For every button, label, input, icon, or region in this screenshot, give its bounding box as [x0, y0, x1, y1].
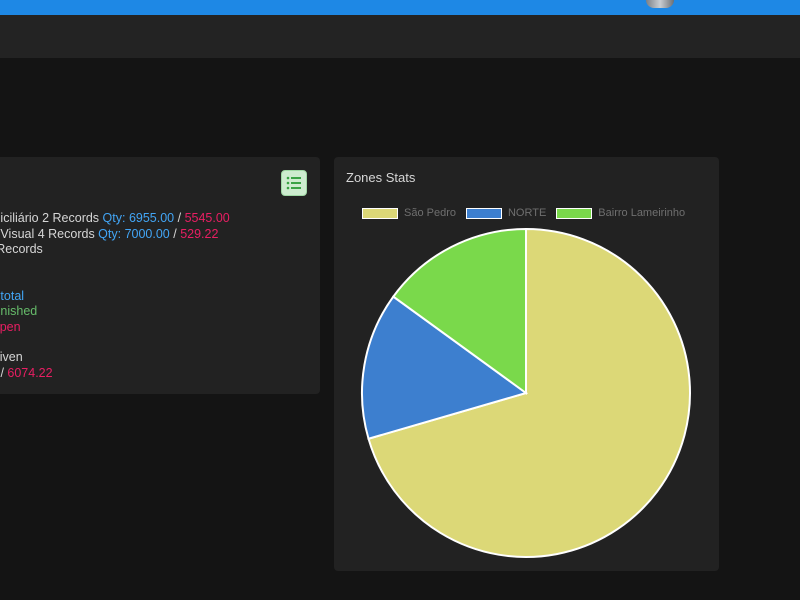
- zones-pie-chart: [361, 227, 691, 558]
- record-row: l Records: [0, 242, 230, 258]
- list-icon: [286, 176, 301, 190]
- toolbar: [0, 15, 800, 58]
- in-total-label: n total: [0, 288, 25, 303]
- zones-stats-card: Zones Stats São Pedro NORTE Bairro Lamei…: [334, 157, 719, 571]
- records-stats: miciliário 2 Records Qty: 6955.00 / 5545…: [0, 211, 230, 381]
- given-values: 0 / 6074.22: [0, 366, 230, 382]
- record-value: 529.22: [180, 226, 219, 241]
- open-label: Open: [0, 319, 21, 334]
- records-card: miciliário 2 Records Qty: 6955.00 / 5545…: [0, 157, 320, 394]
- record-name: l Records: [0, 242, 43, 256]
- given-value: 6074.22: [7, 365, 53, 380]
- user-avatar[interactable]: [646, 0, 674, 8]
- record-separator: /: [173, 226, 177, 241]
- record-qty: Qty: 7000.00: [98, 226, 170, 241]
- given-separator: /: [0, 365, 4, 380]
- list-view-button[interactable]: [281, 170, 307, 196]
- record-separator: /: [177, 211, 182, 225]
- record-row: o Visual 4 Records Qty: 7000.00 / 529.22: [0, 227, 230, 243]
- record-qty: Qty: 6955.00: [102, 211, 175, 225]
- finished-label: Finished: [0, 304, 38, 318]
- given-label: Given: [0, 350, 23, 364]
- record-name: o Visual 4 Records: [0, 226, 95, 241]
- record-name: miciliário 2 Records: [0, 211, 100, 225]
- record-row: miciliário 2 Records Qty: 6955.00 / 5545…: [0, 211, 230, 227]
- top-app-bar: [0, 0, 800, 15]
- record-value: 5545.00: [184, 211, 230, 225]
